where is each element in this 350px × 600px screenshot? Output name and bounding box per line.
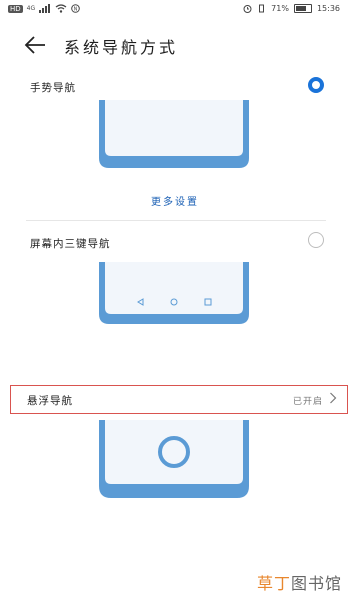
back-arrow-icon[interactable]	[22, 34, 48, 56]
signal-icon	[39, 4, 51, 13]
vibrate-icon	[259, 4, 265, 13]
three-key-nav-radio[interactable]	[308, 232, 324, 248]
gesture-nav-label: 手势导航	[30, 82, 76, 94]
status-bar-right: 71% 15:36	[243, 4, 340, 13]
floating-nav-preview-image	[99, 420, 249, 498]
hd-icon: HD	[8, 4, 23, 13]
battery-icon	[293, 4, 312, 13]
clock: 15:36	[316, 4, 340, 13]
more-settings-link[interactable]: 更多设置	[0, 193, 350, 208]
alarm-icon	[243, 5, 252, 13]
signal-network-label: 4G	[26, 5, 36, 12]
wifi-icon	[55, 4, 67, 13]
status-bar-left: HD 4G N	[8, 4, 80, 13]
floating-nav-status: 已开启	[292, 397, 323, 407]
floating-nav-row[interactable]: 悬浮导航 已开启	[10, 385, 348, 414]
status-bar: HD 4G N 71% 15:36	[0, 0, 350, 20]
floating-nav-label: 悬浮导航	[27, 395, 73, 407]
three-key-nav-label: 屏幕内三键导航	[30, 238, 111, 250]
gesture-nav-radio[interactable]	[308, 77, 324, 93]
app-bar: 系统导航方式	[0, 28, 350, 64]
page-title: 系统导航方式	[64, 38, 179, 57]
battery-percent: 71%	[271, 4, 289, 13]
chevron-right-icon	[330, 392, 337, 404]
watermark: 草丁图书馆	[257, 570, 342, 594]
watermark-text: 图书馆	[290, 574, 342, 593]
gesture-nav-preview-image[interactable]	[95, 100, 253, 172]
three-key-nav-preview-image[interactable]	[95, 262, 253, 328]
svg-text:N: N	[74, 7, 78, 13]
watermark-brand: 草丁	[256, 574, 291, 593]
nfc-icon: N	[71, 4, 80, 13]
divider	[26, 220, 326, 221]
